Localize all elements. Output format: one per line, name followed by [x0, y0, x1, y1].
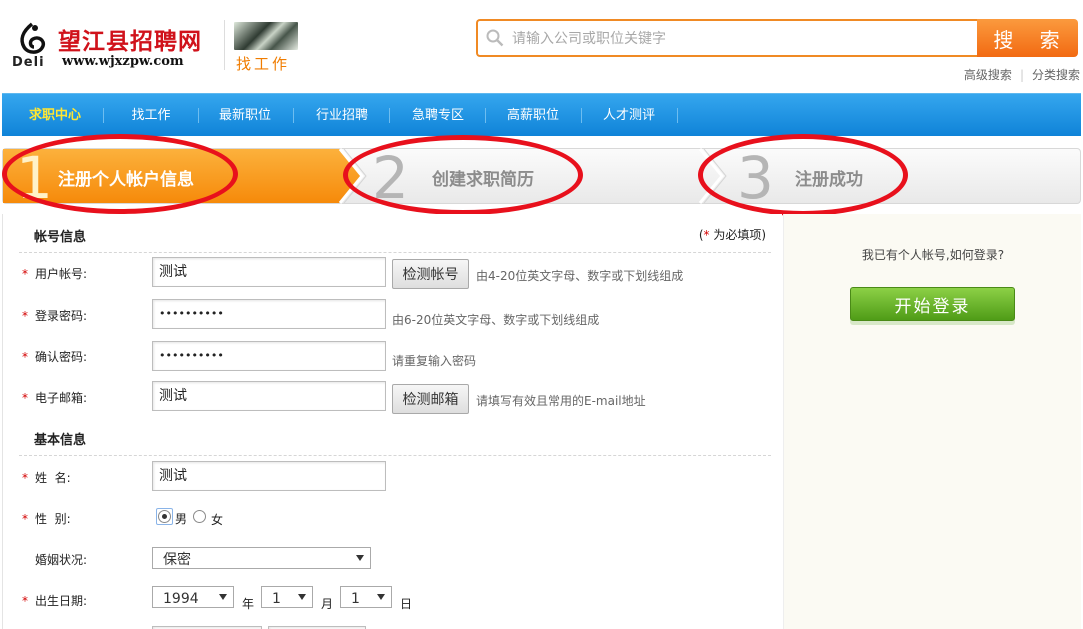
nav-item-job-center[interactable]: 求职中心 [20, 94, 90, 137]
gender-female-label: 女 [211, 513, 224, 527]
category-search-link[interactable]: 分类搜索 [1032, 68, 1080, 82]
chevron-down-icon [377, 594, 385, 600]
email-label: 电子邮箱: [35, 391, 88, 405]
confirm-password-hint: 请重复输入密码 [392, 354, 477, 368]
nav-item-industry[interactable]: 行业招聘 [307, 94, 377, 137]
annotation-circle-step-2 [343, 135, 583, 215]
marital-label: 婚姻状况: [35, 553, 88, 567]
confirm-password-field[interactable]: •••••••••• [152, 341, 386, 371]
password-field[interactable]: •••••••••• [152, 299, 386, 329]
birth-day-select[interactable]: 1 [340, 586, 392, 608]
required-mark: * [22, 350, 28, 364]
required-note: (* 为必填项) [699, 226, 766, 243]
email-hint: 请填写有效且常用的E-mail地址 [476, 394, 646, 408]
nav-item-urgent[interactable]: 急聘专区 [403, 94, 473, 137]
nav-item-assessment[interactable]: 人才测评 [594, 94, 664, 137]
required-mark: * [22, 309, 28, 323]
chevron-down-icon [356, 555, 364, 561]
nav-divider [677, 108, 678, 123]
start-login-button[interactable]: 开始登录 [850, 287, 1015, 321]
search-input[interactable] [512, 27, 962, 51]
login-sidebar: 我已有个人帐号,如何登录? 开始登录 [783, 214, 1081, 629]
login-prompt: 我已有个人帐号,如何登录? [861, 248, 1005, 262]
chevron-down-icon [219, 594, 227, 600]
check-email-button[interactable]: 检测邮箱 [392, 384, 469, 414]
name-field[interactable]: 测试 [152, 461, 386, 491]
site-url: www.wjxzpw.com [62, 54, 184, 69]
chevron-down-icon [298, 594, 306, 600]
birth-month-value: 1 [272, 591, 281, 607]
section-divider [19, 455, 771, 456]
password-hint: 由6-20位英文字母、数字或下划线组成 [392, 313, 600, 327]
link-divider: | [1019, 68, 1024, 82]
check-username-button[interactable]: 检测帐号 [392, 259, 469, 289]
birth-month-select[interactable]: 1 [261, 586, 313, 608]
nav-divider [389, 108, 390, 123]
deli-logo-icon [20, 22, 46, 54]
required-mark: * [22, 471, 28, 485]
section-divider [19, 252, 771, 253]
marital-select[interactable]: 保密 [152, 547, 371, 569]
required-mark: * [22, 391, 28, 405]
nav-divider [103, 108, 104, 123]
gender-male-label: 男 [175, 512, 188, 526]
birth-label: 出生日期: [35, 594, 88, 608]
required-mark: * [22, 267, 28, 281]
site-logo[interactable]: Deli 望江县招聘网 www.wjxzpw.com [12, 20, 217, 72]
annotation-circle-step-3 [698, 134, 908, 216]
site-header: Deli 望江县招聘网 www.wjxzpw.com 找工作 搜 索 高级搜索 |… [0, 0, 1083, 93]
confirm-password-label: 确认密码: [35, 350, 88, 364]
birth-day-value: 1 [351, 591, 360, 607]
search-links: 高级搜索 | 分类搜索 [964, 66, 1080, 83]
registration-form: 帐号信息 (* 为必填项) * 用户帐号: 测试 检测帐号 由4-20位英文字母… [2, 214, 782, 629]
name-label: 姓 名: [35, 471, 71, 485]
required-mark: * [22, 512, 28, 526]
nav-item-latest-jobs[interactable]: 最新职位 [210, 94, 280, 137]
birth-year-value: 1994 [163, 591, 199, 607]
main-nav: 求职中心 找工作 最新职位 行业招聘 急聘专区 高薪职位 人才测评 [2, 93, 1081, 136]
username-label: 用户帐号: [35, 267, 88, 281]
annotation-circle-step-1 [2, 134, 238, 214]
logo-divider [224, 20, 225, 70]
gender-label: 性 别: [35, 512, 71, 526]
birth-year-select[interactable]: 1994 [152, 586, 234, 608]
required-note-text: 为必填项) [709, 228, 766, 242]
month-unit: 月 [321, 597, 334, 611]
nav-item-find-job[interactable]: 找工作 [116, 94, 186, 137]
search-box [476, 19, 978, 57]
password-label: 登录密码: [35, 309, 88, 323]
year-unit: 年 [242, 597, 255, 611]
logo-brand-text: Deli [12, 55, 45, 70]
required-mark: * [22, 594, 28, 608]
nav-divider [581, 108, 582, 123]
gender-male-radio[interactable] [158, 510, 171, 523]
email-field[interactable]: 测试 [152, 381, 386, 411]
search-button[interactable]: 搜 索 [977, 19, 1078, 57]
day-unit: 日 [400, 597, 413, 611]
nav-divider [485, 108, 486, 123]
search-icon [486, 29, 504, 47]
nav-divider [198, 108, 199, 123]
username-hint: 由4-20位英文字母、数字或下划线组成 [476, 269, 684, 283]
findjob-photo [234, 22, 298, 50]
username-field[interactable]: 测试 [152, 257, 386, 287]
findjob-banner[interactable]: 找工作 [234, 22, 300, 73]
gender-female-radio[interactable] [193, 510, 206, 523]
site-title: 望江县招聘网 [58, 28, 202, 55]
findjob-label: 找工作 [236, 55, 291, 73]
basic-section-title: 基本信息 [34, 433, 87, 448]
account-section-title: 帐号信息 [34, 230, 87, 245]
marital-value: 保密 [163, 552, 191, 568]
nav-divider [293, 108, 294, 123]
advanced-search-link[interactable]: 高级搜索 [964, 68, 1012, 82]
nav-item-high-salary[interactable]: 高薪职位 [498, 94, 568, 137]
